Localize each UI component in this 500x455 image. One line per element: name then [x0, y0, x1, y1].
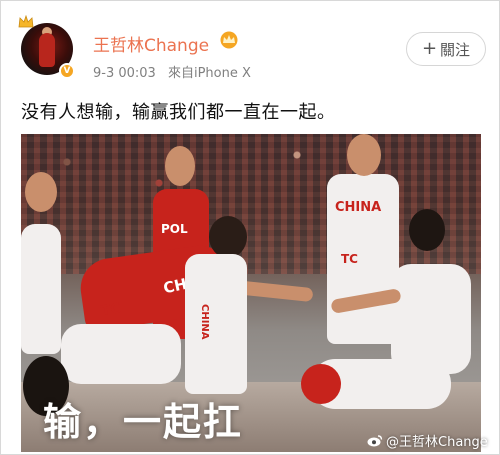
jersey-text-china-vertical: CHINA [199, 304, 210, 340]
jersey-text-tc-2: TC [99, 300, 123, 320]
player-middle-white [185, 254, 247, 394]
post-date: 9-3 00:03 [93, 66, 156, 81]
crown-icon [18, 15, 34, 28]
weibo-post-card: V 王哲林Change 9-3 00:03 來自iPhone X + 關注 没有… [0, 0, 500, 455]
player-kneel-head [409, 209, 445, 251]
overlay-caption: 输，一起扛 [43, 400, 244, 444]
follow-button[interactable]: + 關注 [406, 32, 486, 66]
player-kneel-knee [301, 364, 341, 404]
crown-vip-icon[interactable] [219, 31, 239, 49]
verified-v-icon: V [59, 63, 75, 79]
username[interactable]: 王哲林Change [93, 31, 209, 56]
post-meta: 9-3 00:03 來自iPhone X [93, 62, 259, 81]
crowd-background [21, 134, 481, 274]
jersey-text-pol: POL [161, 222, 188, 236]
weibo-logo-icon [367, 435, 383, 447]
jersey-text-china-2: CHINA [335, 200, 382, 215]
jersey-text-tc-1: TC [341, 252, 358, 266]
player-left [21, 224, 61, 354]
plus-icon: + [421, 38, 438, 59]
post-text: 没有人想输，输赢我们都一直在一起。 [21, 102, 336, 123]
follow-label: 關注 [440, 40, 471, 59]
weibo-watermark-text: @王哲林Change [386, 435, 488, 450]
post-source[interactable]: 來自iPhone X [168, 66, 251, 81]
player-kneel-white [391, 264, 471, 374]
player-left-head [25, 172, 57, 212]
player-crouch-shorts [61, 324, 181, 384]
player-tall-head [347, 134, 381, 176]
player-pol-head [165, 146, 195, 186]
avatar-figure [39, 33, 55, 67]
weibo-watermark: @王哲林Change [367, 431, 488, 450]
player-crouch-red-head [209, 216, 247, 258]
